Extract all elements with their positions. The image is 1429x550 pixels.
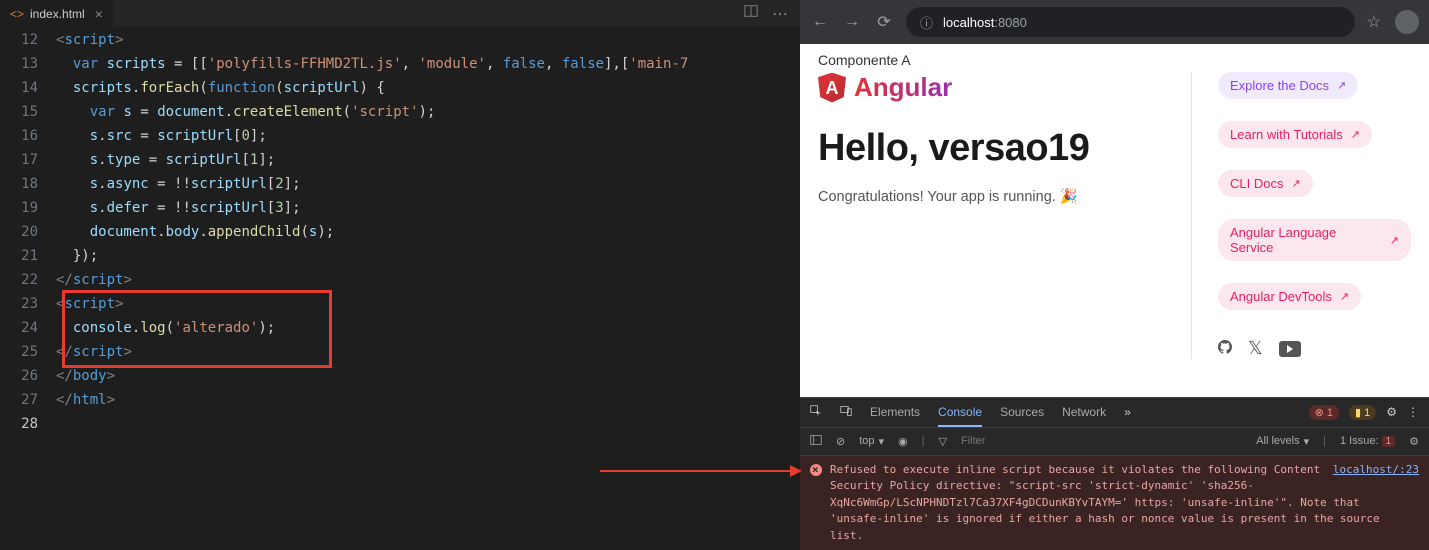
console-sidebar-toggle-icon[interactable] — [810, 434, 822, 449]
live-expression-icon[interactable]: ◉ — [898, 435, 908, 448]
url-port: :8080 — [994, 15, 1027, 30]
external-link-icon: ↗ — [1340, 290, 1349, 303]
componente-label: Componente A — [800, 44, 1429, 72]
link-language-service[interactable]: Angular Language Service ↗ — [1218, 219, 1411, 261]
x-twitter-icon[interactable]: 𝕏 — [1248, 338, 1263, 359]
forward-button[interactable]: → — [842, 13, 862, 31]
bookmark-icon[interactable]: ☆ — [1367, 12, 1381, 32]
sidebar-links: Explore the Docs ↗ Learn with Tutorials … — [1191, 72, 1411, 359]
social-links: 𝕏 — [1218, 338, 1411, 359]
errors-badge[interactable]: ⊗ 1 — [1309, 405, 1339, 420]
site-info-icon[interactable]: ⓘ — [920, 13, 933, 32]
external-link-icon: ↗ — [1337, 79, 1346, 92]
error-icon — [810, 464, 822, 476]
editor-pane: <> index.html × ⋯ 1213141516171819202122… — [0, 0, 800, 550]
line-number-gutter: 1213141516171819202122232425262728 — [0, 28, 56, 550]
inspect-element-icon[interactable] — [810, 405, 822, 420]
url-bar[interactable]: ⓘ localhost:8080 — [906, 7, 1355, 37]
devtools-more-icon[interactable]: ⋮ — [1407, 405, 1419, 419]
profile-icon[interactable] — [1395, 10, 1419, 34]
issue-count-badge: 1 — [1382, 436, 1396, 447]
link-devtools[interactable]: Angular DevTools ↗ — [1218, 283, 1361, 310]
browser-toolbar: ← → ⟳ ⓘ localhost:8080 ☆ — [800, 0, 1429, 44]
log-levels-selector[interactable]: All levels ▾ — [1256, 435, 1309, 448]
angular-wordmark: Angular — [854, 72, 952, 103]
devtools-tab-elements[interactable]: Elements — [870, 405, 920, 419]
devtools-tabs: Elements Console Sources Network » ⊗ 1 ▮… — [800, 398, 1429, 428]
back-button[interactable]: ← — [810, 13, 830, 31]
angular-shield-icon — [818, 73, 846, 103]
external-link-icon: ↗ — [1390, 234, 1399, 247]
youtube-icon[interactable] — [1279, 341, 1301, 357]
congrats-text: Congratulations! Your app is running. 🎉 — [818, 188, 1161, 205]
console-filter-input[interactable] — [961, 435, 1242, 447]
close-icon[interactable]: × — [95, 6, 103, 22]
context-selector[interactable]: top ▾ — [859, 435, 884, 448]
filter-icon: ▽ — [939, 435, 947, 448]
angular-logo: Angular — [818, 72, 1161, 103]
github-icon[interactable] — [1218, 338, 1232, 359]
editor-tab-index-html[interactable]: <> index.html × — [0, 0, 113, 27]
console-message-error[interactable]: localhost/:23 Refused to execute inline … — [800, 456, 1429, 550]
code-lines[interactable]: <script> var scripts = [['polyfills-FFHM… — [56, 28, 800, 550]
editor-tab-bar: <> index.html × ⋯ — [0, 0, 800, 28]
split-editor-icon[interactable] — [744, 4, 758, 24]
url-host: localhost — [943, 15, 994, 30]
more-actions-icon[interactable]: ⋯ — [772, 4, 788, 24]
warnings-badge[interactable]: ▮ 1 — [1349, 405, 1376, 420]
devtools-panel: Elements Console Sources Network » ⊗ 1 ▮… — [800, 397, 1429, 550]
browser-pane: ← → ⟳ ⓘ localhost:8080 ☆ Componente A An… — [800, 0, 1429, 550]
link-explore-docs[interactable]: Explore the Docs ↗ — [1218, 72, 1358, 99]
rendered-page: Componente A Angular Hello, versao19 Con… — [800, 44, 1429, 397]
clear-console-icon[interactable]: ⊘ — [836, 435, 845, 448]
reload-button[interactable]: ⟳ — [874, 12, 894, 32]
more-tabs-icon[interactable]: » — [1124, 405, 1131, 419]
chevron-down-icon: ▾ — [879, 435, 885, 448]
error-source-link[interactable]: localhost/:23 — [1333, 462, 1419, 479]
devtools-tab-network[interactable]: Network — [1062, 405, 1106, 419]
device-toolbar-icon[interactable] — [840, 405, 852, 420]
editor-tab-actions: ⋯ — [744, 4, 800, 24]
page-heading: Hello, versao19 — [818, 127, 1161, 170]
devtools-tab-sources[interactable]: Sources — [1000, 405, 1044, 419]
link-learn-tutorials[interactable]: Learn with Tutorials ↗ — [1218, 121, 1372, 148]
settings-gear-icon[interactable]: ⚙ — [1386, 405, 1397, 419]
console-toolbar: ⊘ top ▾ ◉ | ▽ All levels ▾ | 1 Issue: 1 … — [800, 428, 1429, 456]
console-settings-icon[interactable]: ⚙ — [1409, 435, 1419, 448]
devtools-tab-console[interactable]: Console — [938, 405, 982, 427]
error-message-text: Refused to execute inline script because… — [830, 463, 1380, 542]
link-cli-docs[interactable]: CLI Docs ↗ — [1218, 170, 1313, 197]
external-link-icon: ↗ — [1291, 177, 1300, 190]
external-link-icon: ↗ — [1351, 128, 1360, 141]
chevron-down-icon: ▾ — [1304, 435, 1310, 448]
editor-tab-label: index.html — [30, 7, 85, 21]
issues-label[interactable]: 1 Issue: 1 — [1340, 435, 1395, 447]
html-file-icon: <> — [10, 7, 24, 21]
code-area[interactable]: 1213141516171819202122232425262728 <scri… — [0, 28, 800, 550]
